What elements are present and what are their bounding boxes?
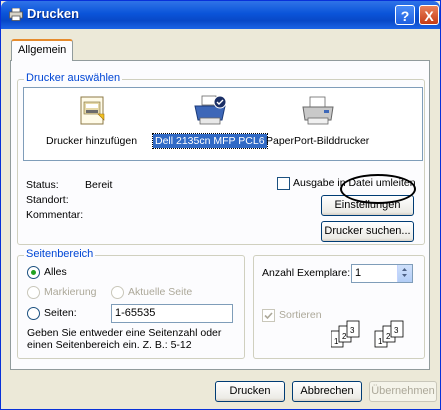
title-bar[interactable]: Drucken ? X [1,1,440,29]
help-button[interactable]: ? [395,5,415,25]
range-all-label: Alles [44,266,67,278]
spin-arrows-icon [402,268,407,277]
range-selection-radio[interactable] [27,286,40,299]
range-all-radio[interactable] [27,266,40,279]
range-pages-radio[interactable] [27,307,40,320]
printer-item-dell[interactable]: Dell 2135cn MFP PCL6 [152,94,268,149]
close-button[interactable]: X [419,5,439,25]
find-printer-button[interactable]: Drucker suchen... [321,221,414,242]
copies-spinner[interactable] [397,265,412,282]
print-to-file-checkbox[interactable] [277,177,290,190]
copies-value: 1 [355,267,362,279]
location-label: Standort: [26,194,69,206]
printer-label-add: Drucker hinzufügen [46,135,138,147]
printer-item-paperport[interactable]: PaperPort-Bilddrucker [264,94,371,148]
apply-button[interactable]: Übernehmen [369,381,437,402]
printer-group-label: Drucker auswählen [24,72,123,84]
svg-text:1: 1 [378,337,383,346]
svg-text:3: 3 [394,326,399,335]
range-current-page-radio[interactable] [111,286,124,299]
print-dialog: Drucken ? X Allgemein Drucker auswählen … [0,0,441,410]
pages-input[interactable]: 1-65535 [111,304,233,323]
printer-title-icon [9,7,23,21]
status-value: Bereit [85,179,113,191]
collate-label: Sortieren [279,309,322,321]
range-help-line1: Geben Sie entweder eine Seitenzahl oder [27,327,222,339]
svg-text:2: 2 [386,332,391,341]
page-range-label: Seitenbereich [24,248,96,260]
status-label: Status: [26,179,59,191]
collate-checkbox[interactable] [262,309,275,322]
window-title: Drucken [27,6,80,21]
printer-default-icon [192,94,228,128]
svg-text:3: 3 [350,326,355,335]
checkmark-icon [264,312,273,320]
add-printer-icon [74,94,110,128]
comment-label: Kommentar: [26,209,84,221]
range-current-page-label: Aktuelle Seite [128,286,193,298]
tab-general[interactable]: Allgemein [11,39,74,61]
print-button[interactable]: Drucken [215,381,285,402]
printer-item-add[interactable]: Drucker hinzufügen [44,94,139,148]
copies-input[interactable]: 1 [351,264,413,283]
svg-text:1: 1 [334,337,339,346]
cancel-button[interactable]: Abbrechen [292,381,362,402]
printer-label-dell: Dell 2135cn MFP PCL6 [152,133,268,149]
range-selection-label: Markierung [44,286,97,298]
annotation-circle [340,174,416,204]
range-help-line2: einen Seitenbereich ein. Z. B.: 5-12 [27,339,192,351]
range-pages-label: Seiten: [44,307,77,319]
copies-label: Anzahl Exemplare: [262,267,351,279]
svg-text:2: 2 [342,332,347,341]
printer-label-paperport: PaperPort-Bilddrucker [266,135,370,147]
collate-pages-icon: 1 2 3 1 2 3 [330,319,421,354]
printer-icon [300,94,336,128]
printer-list[interactable]: Drucker hinzufügen Dell 2135cn MFP PCL6 … [23,87,423,161]
